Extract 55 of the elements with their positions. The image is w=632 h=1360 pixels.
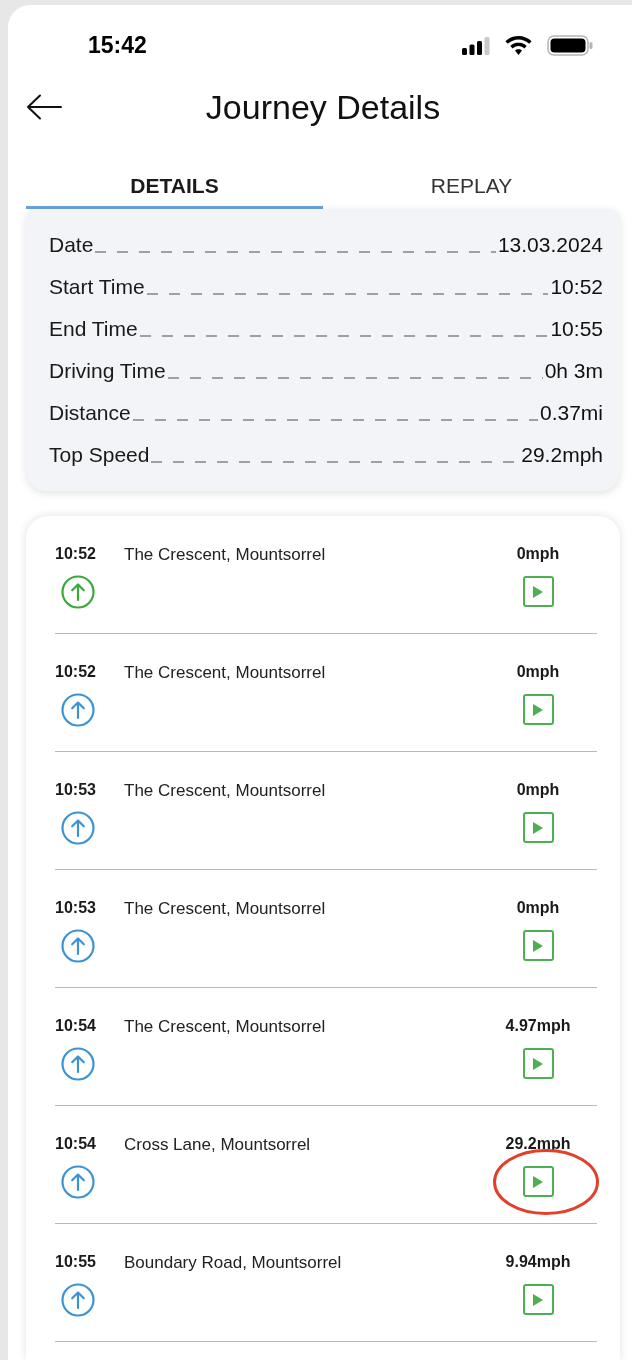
play-button[interactable]	[522, 1284, 554, 1315]
event-time: 10:54	[55, 1016, 97, 1036]
tab[interactable]: REPLAY	[323, 162, 620, 209]
summary-label: Driving Time	[49, 358, 166, 384]
back-arrow-icon	[26, 94, 62, 120]
battery-icon	[547, 35, 593, 56]
page-title: Journey Details	[204, 87, 442, 127]
event-address: The Crescent, Mountsorrel	[124, 544, 327, 566]
summary-label: Date	[49, 232, 94, 258]
play-button[interactable]	[522, 812, 554, 843]
summary-label: End Time	[49, 316, 138, 342]
signal-icon	[462, 36, 490, 55]
summary-label: Distance	[49, 400, 131, 426]
status-time: 15:42	[88, 33, 147, 57]
play-icon	[533, 1175, 543, 1188]
event-time: 10:55	[55, 1252, 97, 1272]
play-button[interactable]	[522, 1048, 554, 1079]
summary-value: 13.03.2024	[497, 232, 603, 258]
play-button[interactable]	[522, 930, 554, 961]
wifi-icon	[505, 36, 532, 55]
summary-label: Start Time	[49, 274, 145, 300]
event-speed: 9.94mph	[505, 1252, 571, 1272]
summary-value: 29.2mph	[521, 442, 603, 468]
event-time: 10:52	[55, 544, 97, 564]
play-icon	[533, 939, 543, 952]
event-address: The Crescent, Mountsorrel	[124, 662, 327, 684]
play-icon	[533, 703, 543, 716]
event-time: 10:54	[55, 1134, 97, 1154]
event-speed: 29.2mph	[505, 1134, 571, 1154]
event-address: The Crescent, Mountsorrel	[124, 780, 327, 802]
event-speed: 0mph	[516, 662, 560, 682]
event-address: Boundary Road, Mountsorrel	[124, 1252, 343, 1274]
play-icon	[533, 585, 543, 598]
event-time: 10:53	[55, 780, 97, 800]
play-button[interactable]	[522, 694, 554, 725]
play-button[interactable]	[522, 1166, 554, 1197]
back-button[interactable]	[26, 93, 62, 121]
event-address: Cross Lane, Mountsorrel	[124, 1134, 312, 1156]
event-time: 10:53	[55, 898, 97, 918]
summary-value: 10:52	[550, 274, 603, 300]
play-icon	[533, 1293, 543, 1306]
event-address: The Crescent, Mountsorrel	[124, 898, 327, 920]
summary-value: 0h 3m	[544, 358, 603, 384]
summary-label: Top Speed	[49, 442, 150, 468]
event-speed: 0mph	[516, 780, 560, 800]
summary-value: 10:55	[550, 316, 603, 342]
play-icon	[533, 821, 543, 834]
event-time: 10:52	[55, 662, 97, 682]
summary-value: 0.37mi	[539, 400, 603, 426]
event-speed: 0mph	[516, 898, 560, 918]
event-speed: 4.97mph	[505, 1016, 571, 1036]
play-icon	[533, 1057, 543, 1070]
play-button[interactable]	[522, 576, 554, 607]
event-speed: 0mph	[516, 544, 560, 564]
event-address: The Crescent, Mountsorrel	[124, 1016, 327, 1038]
